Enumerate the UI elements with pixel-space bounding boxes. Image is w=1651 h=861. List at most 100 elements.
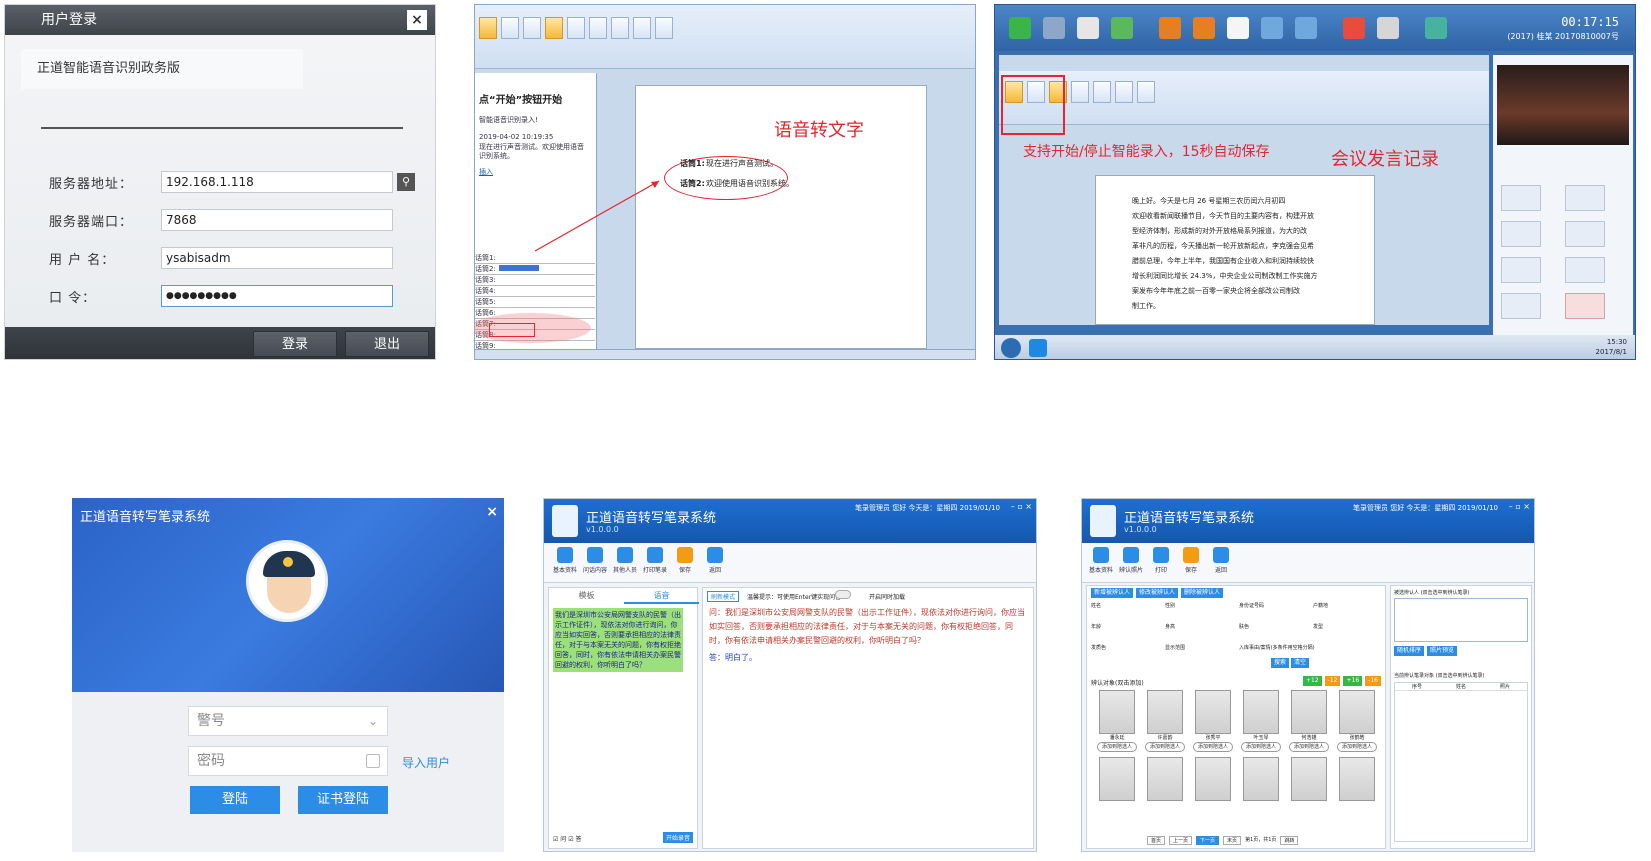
import-icon[interactable] [1009,17,1031,39]
file-icon[interactable] [1501,293,1541,319]
score-chip[interactable]: +12 [1303,676,1322,686]
photo-card[interactable] [1189,757,1237,801]
checkbox-question[interactable]: ☑ 问 ☑ 答 [553,834,582,843]
search-button[interactable]: 搜索 [1271,658,1290,668]
browser-icon[interactable] [1029,339,1047,357]
toolbar-save[interactable]: 保存 [1176,547,1206,574]
toolbar-questions[interactable]: 问话内容 [580,547,610,574]
clear-button[interactable]: 清空 [1291,658,1310,668]
return-icon[interactable] [1425,17,1447,39]
settings-icon[interactable] [1115,81,1133,103]
login-button[interactable]: 登陆 [190,786,280,814]
photo-card[interactable]: 张秀平 添加到陪选人 [1189,690,1237,753]
last-page-button[interactable]: 末页 [1223,836,1242,845]
photo-card[interactable]: 张鹤皓 添加到陪选人 [1333,690,1381,753]
chevron-down-icon[interactable]: ⌄ [368,714,378,728]
video-icon[interactable] [1377,17,1399,39]
photo-card[interactable] [1285,757,1333,801]
keyboard-icon[interactable] [366,754,380,768]
tab-voice[interactable]: 语音 [624,588,699,604]
photo-card[interactable] [1141,757,1189,801]
login-button[interactable]: 登录 [253,331,337,357]
print-icon[interactable] [1077,17,1099,39]
toolbar-basic-info[interactable]: 基本资料 [550,547,580,574]
photo-card[interactable]: 潘永廷 添加到陪选人 [1093,690,1141,753]
password-input[interactable]: 密码 [188,746,388,776]
toolbar-back[interactable]: 返回 [1206,547,1236,574]
toolbar-photos[interactable]: 辨认照片 [1116,547,1146,574]
score-chip[interactable]: -16 [1365,676,1381,686]
delete-person-button[interactable]: 删除被辨认人 [1181,588,1224,598]
break-icon[interactable] [1159,17,1181,39]
photo-card[interactable]: 何浩雄 添加到陪选人 [1285,690,1333,753]
speaker-icon[interactable] [1501,257,1541,283]
username-input[interactable]: ysabisadm [161,247,393,269]
jump-button[interactable]: 跳转 [1280,836,1299,845]
document-icon[interactable] [1565,257,1605,283]
edit-person-button[interactable]: 修改被辨认人 [1136,588,1179,598]
refresh-mode-button[interactable]: 刷新模式 [707,591,740,602]
font-icon[interactable] [1137,81,1155,103]
seal-icon[interactable] [1295,17,1317,39]
toggle-switch[interactable] [835,590,851,599]
toolbar-back[interactable]: 返回 [700,547,730,574]
current-table[interactable]: 序号 姓名 照片 [1394,682,1528,842]
add-candidate-button[interactable]: 添加到陪选人 [1193,742,1233,752]
import-user-link[interactable]: 导入用户 [402,754,450,771]
photo-card[interactable] [1333,757,1381,801]
magnifier-icon[interactable]: ⚲ [397,173,415,191]
selected-list[interactable] [1394,598,1528,642]
server-port-input[interactable]: 7868 [161,209,393,231]
answer-text[interactable]: 答：明白了。 [709,652,757,663]
photo-card[interactable] [1093,757,1141,801]
insert-icon[interactable] [1071,81,1089,103]
first-page-button[interactable]: 首页 [1147,836,1166,845]
host-icon[interactable] [1501,221,1541,247]
photo-card[interactable] [1237,757,1285,801]
toolbar-print[interactable]: 打印 [1146,547,1176,574]
template-icon[interactable] [1043,17,1065,39]
score-chip[interactable]: +16 [1343,676,1363,686]
close-icon[interactable]: × [407,10,427,30]
add-candidate-button[interactable]: 添加到陪选人 [1241,742,1281,752]
chair-icon[interactable] [1501,185,1541,211]
photo-card[interactable]: 叶玉琴 添加到陪选人 [1237,690,1285,753]
export-icon[interactable] [1111,17,1133,39]
close-icon[interactable]: × [486,504,498,520]
start-icon[interactable] [1001,338,1021,358]
secretary-icon[interactable] [1565,221,1605,247]
person-icon[interactable] [1227,17,1249,39]
end-icon[interactable] [1565,293,1605,319]
add-candidate-button[interactable]: 添加到陪选人 [1145,742,1185,752]
edit-icon[interactable] [1261,17,1283,39]
server-address-input[interactable]: 192.168.1.118 [161,171,393,193]
toolbar-basic-info[interactable]: 基本资料 [1086,547,1116,574]
question-text[interactable]: 问：我们是深圳市公安局网警支队的民警（出示工作证件），现依法对你进行询问，你应当… [709,606,1027,648]
exit-button[interactable]: 退出 [345,331,429,357]
document-page[interactable]: 晚上好。今天是七月 26 号星期三农历闰六月初四 欢迎收看新闻联播节目，今天节目… [1095,175,1375,325]
score-chip[interactable]: -12 [1324,676,1341,686]
mark-icon[interactable] [1343,17,1365,39]
recess-icon[interactable] [1193,17,1215,39]
add-candidate-button[interactable]: 添加到陪选人 [1097,742,1137,752]
save-icon[interactable] [1093,81,1111,103]
start-record-button[interactable]: 开始录音 [662,832,693,843]
add-candidate-button[interactable]: 添加到陪选人 [1337,742,1377,752]
next-page-button[interactable]: 下一页 [1196,836,1220,845]
photo-preview-button[interactable]: 照片预览 [1427,646,1458,656]
template-text[interactable]: 我们是深圳市公安局网警支队的民警（出示工作证件），现依法对你进行询问，你应当如实… [553,608,683,672]
random-sort-button[interactable]: 随机排序 [1394,646,1425,656]
window-controls[interactable]: – ▫ × [1509,502,1530,511]
add-candidate-button[interactable]: 添加到陪选人 [1289,742,1329,752]
window-controls[interactable]: – ▫ × [1011,502,1032,511]
toolbar-save[interactable]: 保存 [670,547,700,574]
screen-icon[interactable] [1565,185,1605,211]
add-person-button[interactable]: 新增被辨认人 [1091,588,1134,598]
prev-page-button[interactable]: 上一页 [1169,836,1193,845]
toolbar-others[interactable]: 其他人员 [610,547,640,574]
badge-number-input[interactable]: 警号 [188,706,388,736]
password-input[interactable]: ●●●●●●●●● [161,285,393,307]
toolbar-print[interactable]: 打印笔录 [640,547,670,574]
tab-template[interactable]: 模板 [549,588,624,604]
photo-card[interactable]: 许嘉韵 添加到陪选人 [1141,690,1189,753]
